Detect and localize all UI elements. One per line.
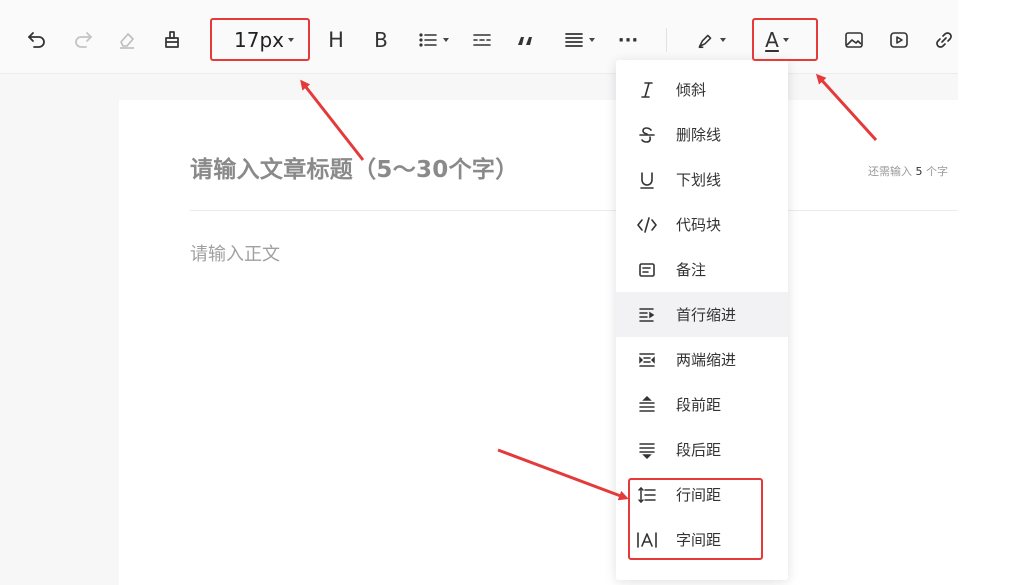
chevron-down-icon	[589, 38, 595, 42]
toolbar-separator	[666, 28, 667, 52]
format-painter-button[interactable]	[160, 28, 184, 52]
menu-item-label: 代码块	[676, 216, 722, 234]
menu-item-both-indent[interactable]: 两端缩进	[616, 337, 788, 382]
menu-item-label: 首行缩进	[676, 306, 737, 324]
italic-icon	[634, 80, 660, 100]
menu-item-label: 两端缩进	[676, 351, 737, 369]
menu-item-label: 删除线	[676, 126, 722, 144]
quote-button[interactable]	[514, 28, 538, 52]
highlight-color-button[interactable]	[692, 28, 730, 52]
align-button[interactable]	[560, 28, 598, 52]
menu-item-underline[interactable]: 下划线	[616, 157, 788, 202]
eraser-icon	[120, 33, 134, 49]
more-icon: ···	[617, 29, 639, 51]
insert-link-button[interactable]	[932, 28, 956, 52]
title-divider	[190, 210, 958, 211]
redo-button[interactable]	[71, 28, 95, 52]
list-icon	[419, 33, 437, 47]
first-line-indent-icon	[634, 305, 660, 325]
menu-item-italic[interactable]: 倾斜	[616, 67, 788, 112]
underline-icon	[634, 170, 660, 190]
menu-item-space-after[interactable]: 段后距	[616, 427, 788, 472]
video-icon	[890, 32, 908, 48]
chevron-down-icon	[443, 38, 449, 42]
menu-item-label: 备注	[676, 261, 707, 279]
counter-prefix: 还需输入	[868, 165, 912, 178]
space-after-icon	[634, 440, 660, 460]
bold-icon: B	[374, 28, 388, 52]
undo-button[interactable]	[25, 28, 49, 52]
image-icon	[845, 32, 863, 48]
space-before-icon	[634, 395, 660, 415]
redo-icon	[75, 32, 92, 48]
divider-line-button[interactable]	[470, 28, 494, 52]
insert-image-button[interactable]	[842, 28, 866, 52]
format-painter-icon	[165, 31, 179, 48]
highlight-box-font-size	[210, 18, 310, 61]
menu-item-strikethrough[interactable]: 删除线	[616, 112, 788, 157]
undo-icon	[28, 32, 45, 48]
menu-item-label: 段后距	[676, 441, 722, 459]
insert-video-button[interactable]	[887, 28, 911, 52]
editor-app: 17px H B ··· A 请输入文章标题（5～30个字） 还需输入 5 个字…	[0, 0, 958, 585]
heading-icon: H	[328, 28, 344, 52]
menu-item-label: 下划线	[676, 171, 722, 189]
horizontal-rule-icon	[473, 34, 491, 46]
menu-item-note[interactable]: 备注	[616, 247, 788, 292]
counter-count: 5	[915, 165, 923, 178]
menu-item-space-before[interactable]: 段前距	[616, 382, 788, 427]
link-icon	[936, 32, 952, 48]
align-icon	[565, 33, 583, 47]
title-char-counter: 还需输入 5 个字	[868, 163, 958, 179]
code-block-icon	[634, 215, 660, 235]
highlighter-icon	[698, 34, 712, 49]
strikethrough-icon	[634, 125, 660, 145]
title-input[interactable]: 请输入文章标题（5～30个字）	[190, 150, 519, 184]
highlight-box-text-color	[752, 18, 818, 61]
list-button[interactable]	[414, 28, 452, 52]
menu-item-code-block[interactable]: 代码块	[616, 202, 788, 247]
heading-button[interactable]: H	[323, 26, 349, 54]
both-indent-icon	[634, 350, 660, 370]
clear-format-button[interactable]	[115, 28, 139, 52]
menu-item-label: 倾斜	[676, 81, 707, 99]
note-icon	[634, 260, 660, 280]
menu-item-label: 段前距	[676, 396, 722, 414]
menu-item-first-line-indent[interactable]: 首行缩进	[616, 292, 788, 337]
body-input[interactable]: 请输入正文	[190, 240, 280, 266]
chevron-down-icon	[720, 38, 726, 42]
quote-icon	[518, 37, 532, 45]
highlight-box-spacing-items	[628, 478, 763, 560]
bold-button[interactable]: B	[368, 26, 394, 54]
counter-suffix: 个字	[926, 165, 948, 178]
more-button[interactable]: ···	[614, 26, 642, 54]
